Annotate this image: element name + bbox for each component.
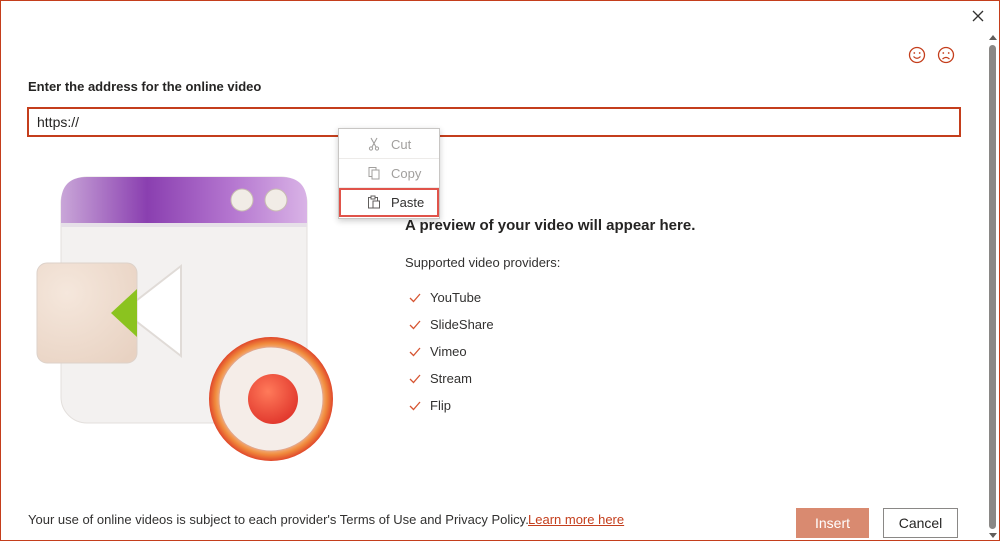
context-menu: Cut Copy Paste	[338, 128, 440, 219]
provider-item: Vimeo	[408, 338, 494, 365]
checkmark-icon	[409, 374, 421, 383]
providers-label: Supported video providers:	[405, 255, 561, 270]
frown-feedback-button[interactable]	[936, 45, 956, 65]
checkmark-icon	[409, 320, 421, 329]
provider-name: Flip	[430, 398, 451, 413]
providers-list: YouTube SlideShare Vimeo Stream Flip	[408, 284, 494, 419]
preview-title: A preview of your video will appear here…	[405, 217, 696, 234]
menu-item-paste[interactable]: Paste	[339, 188, 439, 217]
provider-item: Flip	[408, 392, 494, 419]
provider-name: YouTube	[430, 290, 482, 305]
scrollbar-thumb[interactable]	[989, 45, 996, 529]
provider-item: Stream	[408, 365, 494, 392]
close-icon	[972, 10, 984, 22]
window-dot-left	[230, 188, 254, 212]
checkmark-icon	[409, 347, 421, 356]
menu-item-label: Paste	[391, 195, 425, 210]
checkmark-icon	[409, 293, 421, 302]
scroll-down-arrow-icon[interactable]	[987, 530, 999, 540]
smile-feedback-button[interactable]	[907, 45, 927, 65]
scissors-icon	[368, 137, 380, 151]
cancel-button[interactable]: Cancel	[883, 508, 958, 538]
provider-name: Vimeo	[430, 344, 467, 359]
vertical-scrollbar[interactable]	[987, 31, 999, 540]
menu-item-copy[interactable]: Copy	[339, 159, 439, 188]
scroll-up-arrow-icon[interactable]	[987, 31, 999, 43]
insert-button[interactable]: Insert	[796, 508, 869, 538]
record-button-shape	[248, 374, 298, 424]
close-button[interactable]	[967, 5, 989, 27]
online-video-dialog: Enter the address for the online video h…	[0, 0, 1000, 541]
provider-item: YouTube	[408, 284, 494, 311]
paste-icon	[368, 195, 380, 209]
video-url-input[interactable]	[27, 107, 961, 137]
window-dot-right	[264, 188, 288, 212]
provider-item: SlideShare	[408, 311, 494, 338]
smile-icon	[908, 46, 926, 64]
menu-item-cut[interactable]: Cut	[339, 130, 439, 159]
menu-item-label: Copy	[391, 165, 422, 181]
frown-icon	[937, 46, 955, 64]
menu-item-label: Cut	[391, 136, 412, 152]
provider-name: Stream	[430, 371, 472, 386]
learn-more-link[interactable]: Learn more here	[528, 512, 624, 527]
checkmark-icon	[409, 401, 421, 410]
url-input-label: Enter the address for the online video	[28, 79, 262, 94]
copy-icon	[368, 167, 380, 180]
terms-text: Your use of online videos is subject to …	[28, 512, 529, 527]
video-illustration	[36, 176, 333, 461]
provider-name: SlideShare	[430, 317, 494, 332]
